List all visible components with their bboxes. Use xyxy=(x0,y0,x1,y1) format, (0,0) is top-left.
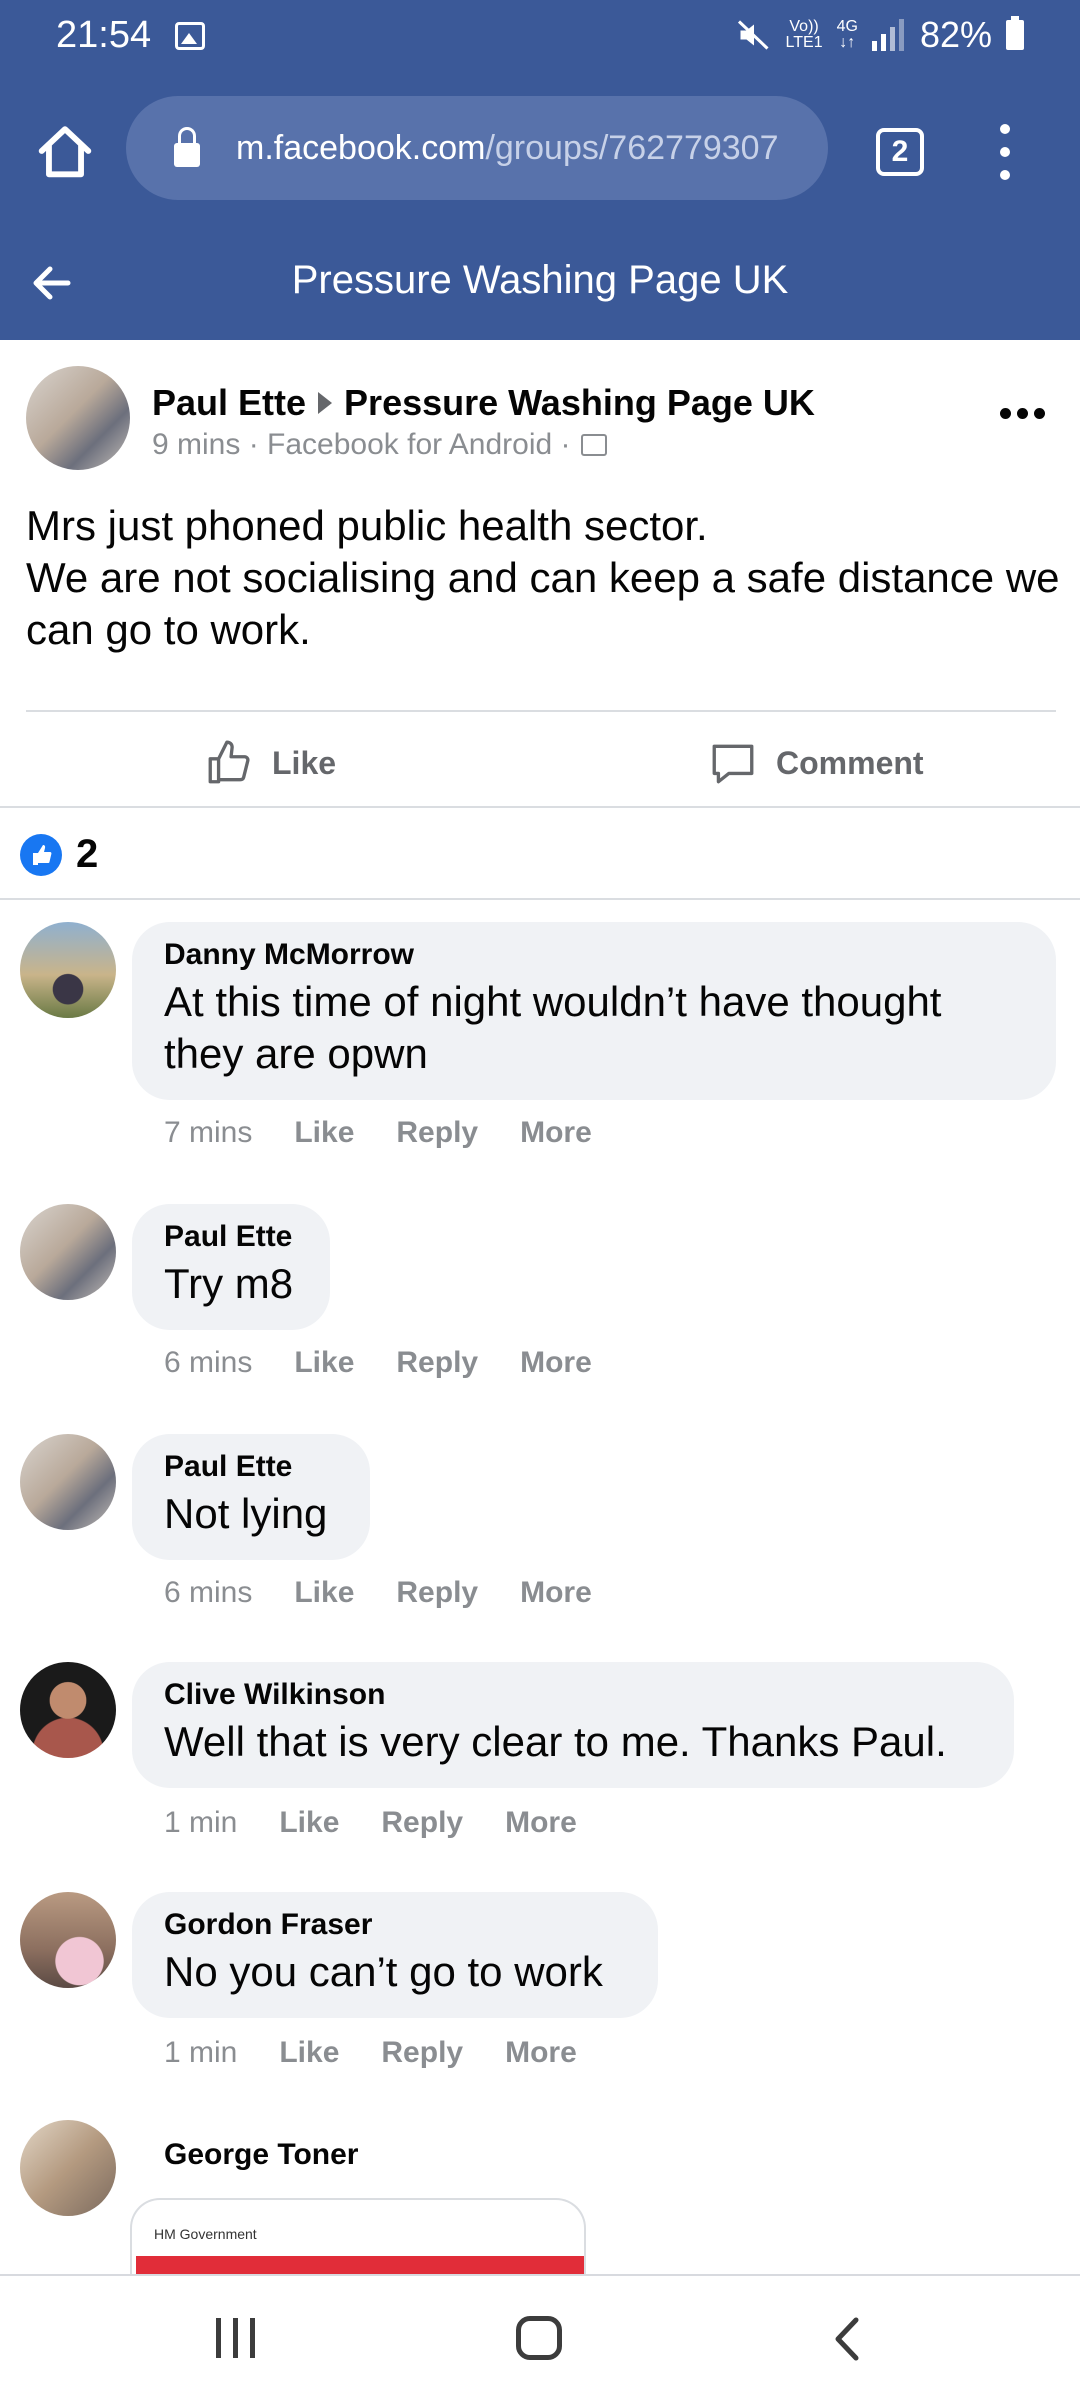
group-header: Pressure Washing Page UK xyxy=(0,224,1080,340)
post-text-line: Mrs just phoned public health sector. xyxy=(26,502,708,549)
comment-actions: 6 mins Like Reply More xyxy=(164,1346,634,1380)
page-title: Pressure Washing Page UK xyxy=(291,258,789,302)
network-indicator: 4G ↓↑ xyxy=(836,18,858,51)
recent-apps-icon[interactable] xyxy=(216,2318,255,2358)
back-nav-icon[interactable] xyxy=(828,2316,868,2362)
divider xyxy=(0,806,1080,808)
embed-source: HM Government xyxy=(154,2226,257,2242)
tabs-button[interactable]: 2 xyxy=(876,128,924,176)
home-nav-icon[interactable] xyxy=(516,2316,562,2360)
comment-text: At this time of night wouldn’t have thou… xyxy=(164,978,942,1077)
commenter-avatar[interactable] xyxy=(20,1204,116,1300)
commenter-name[interactable]: Danny McMorrow xyxy=(164,938,1024,972)
thumbs-up-icon xyxy=(208,740,250,784)
system-navigation-bar xyxy=(0,2274,1080,2400)
comment-like-link[interactable]: Like xyxy=(294,1116,354,1150)
commenter-name[interactable]: Paul Ette xyxy=(164,1220,298,1254)
comment-button[interactable]: Comment xyxy=(708,728,924,798)
comment-reply-link[interactable]: Reply xyxy=(381,1806,463,1840)
reaction-count: 2 xyxy=(76,832,99,876)
like-reaction-icon xyxy=(20,833,62,876)
comment-time: 7 mins xyxy=(164,1116,253,1149)
comment-actions: 1 min Like Reply More xyxy=(164,2036,619,2070)
like-button[interactable]: Like xyxy=(204,728,336,798)
comment-time: 6 mins xyxy=(164,1576,253,1609)
comment-icon xyxy=(712,744,754,784)
commenter-name[interactable]: Clive Wilkinson xyxy=(164,1678,982,1712)
comment-bubble[interactable]: Paul Ette Try m8 xyxy=(132,1204,330,1330)
comment-like-link[interactable]: Like xyxy=(279,1806,339,1840)
status-icons: Vo)) LTE1 4G ↓↑ 82% xyxy=(736,14,1024,56)
commenter-avatar[interactable] xyxy=(20,1662,116,1758)
shared-image-card[interactable]: HM Government xyxy=(130,2198,586,2278)
comment-like-link[interactable]: Like xyxy=(294,1346,354,1380)
comment-reply-link[interactable]: Reply xyxy=(396,1346,478,1380)
comment-text: Well that is very clear to me. Thanks Pa… xyxy=(164,1718,947,1765)
commenter-name[interactable]: George Toner xyxy=(164,2138,358,2172)
post-group-name[interactable]: Pressure Washing Page UK xyxy=(344,382,815,424)
home-icon[interactable] xyxy=(30,116,100,186)
comment-more-link[interactable]: More xyxy=(520,1116,592,1150)
status-bar: 21:54 Vo)) LTE1 4G ↓↑ 82% xyxy=(0,0,1080,76)
comment-more-link[interactable]: More xyxy=(520,1576,592,1610)
comment-text: No you can’t go to work xyxy=(164,1948,603,1995)
comment-actions: 7 mins Like Reply More xyxy=(164,1116,634,1150)
mute-icon xyxy=(737,20,769,50)
comment-bubble[interactable]: Clive Wilkinson Well that is very clear … xyxy=(132,1662,1014,1788)
comment-like-link[interactable]: Like xyxy=(294,1576,354,1610)
commenter-avatar[interactable] xyxy=(20,2120,116,2216)
post-body: Mrs just phoned public health sector. We… xyxy=(26,500,1066,656)
battery-percent: 82% xyxy=(919,14,992,55)
status-time: 21:54 xyxy=(56,14,152,56)
comment-reply-link[interactable]: Reply xyxy=(396,1576,478,1610)
signal-icon xyxy=(871,19,904,51)
triangle-right-icon xyxy=(318,392,333,414)
comment-more-link[interactable]: More xyxy=(520,1346,592,1380)
address-bar[interactable]: m.facebook.com/groups/762779307 xyxy=(126,96,828,200)
comment-bubble[interactable]: Gordon Fraser No you can’t go to work xyxy=(132,1892,658,2018)
commenter-avatar[interactable] xyxy=(20,922,116,1018)
post-text-line: We are not socialising and can keep a sa… xyxy=(26,554,1060,653)
comment-more-link[interactable]: More xyxy=(505,2036,577,2070)
comment-text: Try m8 xyxy=(164,1260,294,1307)
comment-like-link[interactable]: Like xyxy=(279,2036,339,2070)
comment-reply-link[interactable]: Reply xyxy=(381,2036,463,2070)
post-author-line: Paul Ette Pressure Washing Page UK xyxy=(152,382,815,424)
post-options-icon[interactable] xyxy=(1000,408,1045,419)
comment-time: 1 min xyxy=(164,2036,238,2069)
group-privacy-icon xyxy=(580,434,607,456)
comment-bubble[interactable]: Danny McMorrow At this time of night wou… xyxy=(132,922,1056,1100)
post-author-name[interactable]: Paul Ette xyxy=(152,382,306,424)
divider xyxy=(26,710,1056,712)
commenter-name[interactable]: Gordon Fraser xyxy=(164,1908,626,1942)
commenter-avatar[interactable] xyxy=(20,1434,116,1530)
more-menu-icon[interactable] xyxy=(990,124,1020,180)
reactions-summary[interactable]: 2 xyxy=(20,832,98,877)
comment-more-link[interactable]: More xyxy=(505,1806,577,1840)
commenter-avatar[interactable] xyxy=(20,1892,116,1988)
gallery-notification-icon xyxy=(175,22,205,50)
commenter-name[interactable]: Paul Ette xyxy=(164,1450,338,1484)
comment-text: Not lying xyxy=(164,1490,328,1537)
comment-time: 1 min xyxy=(164,1806,238,1839)
divider xyxy=(0,898,1080,900)
comment-actions: 6 mins Like Reply More xyxy=(164,1576,634,1610)
lock-icon xyxy=(174,127,200,167)
url-text: m.facebook.com/groups/762779307 xyxy=(236,128,779,167)
comment-time: 6 mins xyxy=(164,1346,253,1379)
comment-bubble[interactable]: Paul Ette Not lying xyxy=(132,1434,370,1560)
battery-icon xyxy=(1006,16,1024,50)
comment-actions: 1 min Like Reply More xyxy=(164,1806,619,1840)
comment-reply-link[interactable]: Reply xyxy=(396,1116,478,1150)
post-meta: 9 mins · Facebook for Android · xyxy=(152,428,607,462)
volte-indicator: Vo)) LTE1 xyxy=(785,18,823,51)
post-author-avatar[interactable] xyxy=(26,366,130,470)
browser-toolbar: m.facebook.com/groups/762779307 2 xyxy=(0,76,1080,224)
